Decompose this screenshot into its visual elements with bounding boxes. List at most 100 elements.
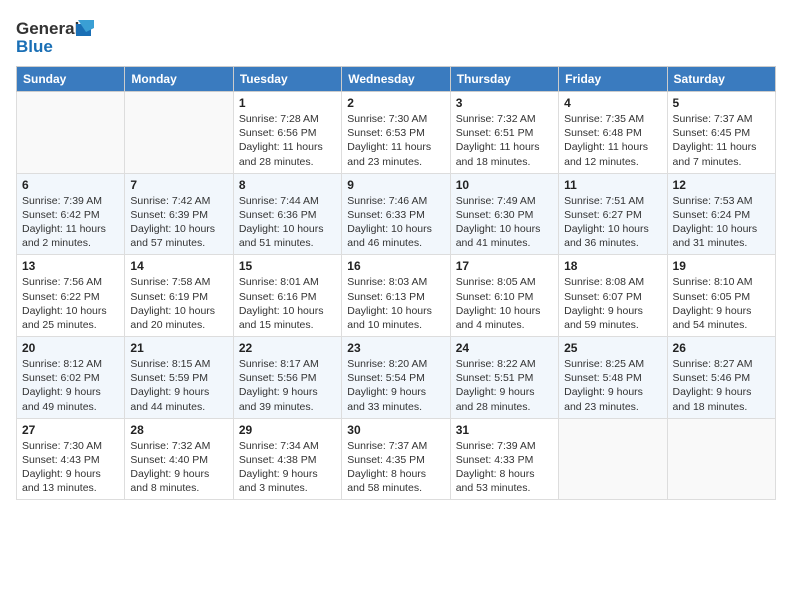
day-number: 9 (347, 178, 444, 192)
day-info: Sunrise: 7:37 AM Sunset: 4:35 PM Dayligh… (347, 439, 444, 496)
day-number: 8 (239, 178, 336, 192)
calendar-cell: 7 Sunrise: 7:42 AM Sunset: 6:39 PM Daylig… (125, 173, 233, 255)
day-info: Sunrise: 7:44 AM Sunset: 6:36 PM Dayligh… (239, 194, 336, 251)
day-number: 4 (564, 96, 661, 110)
day-info: Sunrise: 8:27 AM Sunset: 5:46 PM Dayligh… (673, 357, 770, 414)
calendar-cell: 17Sunrise: 8:05 AM Sunset: 6:10 PM Dayli… (450, 255, 558, 337)
calendar-cell: 26 Sunrise: 8:27 AM Sunset: 5:46 PM Dayli… (667, 337, 775, 419)
calendar-week-row: 1Sunrise: 7:28 AM Sunset: 6:56 PM Daylig… (17, 92, 776, 174)
day-number: 28 (130, 423, 227, 437)
calendar-cell: 1Sunrise: 7:28 AM Sunset: 6:56 PM Daylig… (233, 92, 341, 174)
day-info: Sunrise: 7:42 AM Sunset: 6:39 PM Dayligh… (130, 194, 227, 251)
day-number: 7 (130, 178, 227, 192)
day-number: 18 (564, 259, 661, 273)
calendar-cell: 5Sunrise: 7:37 AM Sunset: 6:45 PM Daylig… (667, 92, 775, 174)
day-info: Sunrise: 7:34 AM Sunset: 4:38 PM Dayligh… (239, 439, 336, 496)
calendar-cell (667, 418, 775, 500)
day-number: 20 (22, 341, 119, 355)
day-number: 16 (347, 259, 444, 273)
day-info: Sunrise: 8:17 AM Sunset: 5:56 PM Dayligh… (239, 357, 336, 414)
calendar-week-row: 20 Sunrise: 8:12 AM Sunset: 6:02 PM Dayli… (17, 337, 776, 419)
day-info: Sunrise: 7:58 AM Sunset: 6:19 PM Dayligh… (130, 275, 227, 332)
calendar-table: SundayMondayTuesdayWednesdayThursdayFrid… (16, 66, 776, 500)
calendar-cell (17, 92, 125, 174)
day-number: 26 (673, 341, 770, 355)
day-number: 31 (456, 423, 553, 437)
day-number: 10 (456, 178, 553, 192)
day-number: 6 (22, 178, 119, 192)
calendar-cell: 31Sunrise: 7:39 AM Sunset: 4:33 PM Dayli… (450, 418, 558, 500)
calendar-cell: 16 Sunrise: 8:03 AM Sunset: 6:13 PM Dayli… (342, 255, 450, 337)
day-info: Sunrise: 7:35 AM Sunset: 6:48 PM Dayligh… (564, 112, 661, 169)
day-info: Sunrise: 7:53 AM Sunset: 6:24 PM Dayligh… (673, 194, 770, 251)
weekday-header-thursday: Thursday (450, 67, 558, 92)
weekday-header-tuesday: Tuesday (233, 67, 341, 92)
day-number: 12 (673, 178, 770, 192)
day-info: Sunrise: 8:20 AM Sunset: 5:54 PM Dayligh… (347, 357, 444, 414)
day-number: 11 (564, 178, 661, 192)
calendar-cell: 12 Sunrise: 7:53 AM Sunset: 6:24 PM Dayli… (667, 173, 775, 255)
day-number: 2 (347, 96, 444, 110)
calendar-header-row: SundayMondayTuesdayWednesdayThursdayFrid… (17, 67, 776, 92)
day-number: 21 (130, 341, 227, 355)
calendar-cell: 9 Sunrise: 7:46 AM Sunset: 6:33 PM Daylig… (342, 173, 450, 255)
day-info: Sunrise: 7:56 AM Sunset: 6:22 PM Dayligh… (22, 275, 119, 332)
calendar-cell: 19Sunrise: 8:10 AM Sunset: 6:05 PM Dayli… (667, 255, 775, 337)
calendar-cell: 8 Sunrise: 7:44 AM Sunset: 6:36 PM Daylig… (233, 173, 341, 255)
calendar-cell: 22 Sunrise: 8:17 AM Sunset: 5:56 PM Dayli… (233, 337, 341, 419)
calendar-cell: 21Sunrise: 8:15 AM Sunset: 5:59 PM Dayli… (125, 337, 233, 419)
calendar-cell: 3 Sunrise: 7:32 AM Sunset: 6:51 PM Daylig… (450, 92, 558, 174)
calendar-cell: 28 Sunrise: 7:32 AM Sunset: 4:40 PM Dayli… (125, 418, 233, 500)
calendar-cell: 30Sunrise: 7:37 AM Sunset: 4:35 PM Dayli… (342, 418, 450, 500)
day-number: 17 (456, 259, 553, 273)
day-info: Sunrise: 7:32 AM Sunset: 4:40 PM Dayligh… (130, 439, 227, 496)
day-number: 14 (130, 259, 227, 273)
day-info: Sunrise: 7:30 AM Sunset: 4:43 PM Dayligh… (22, 439, 119, 496)
day-info: Sunrise: 8:08 AM Sunset: 6:07 PM Dayligh… (564, 275, 661, 332)
weekday-header-friday: Friday (559, 67, 667, 92)
day-number: 29 (239, 423, 336, 437)
calendar-cell: 24 Sunrise: 8:22 AM Sunset: 5:51 PM Dayli… (450, 337, 558, 419)
day-info: Sunrise: 7:46 AM Sunset: 6:33 PM Dayligh… (347, 194, 444, 251)
day-number: 13 (22, 259, 119, 273)
day-info: Sunrise: 7:32 AM Sunset: 6:51 PM Dayligh… (456, 112, 553, 169)
weekday-header-wednesday: Wednesday (342, 67, 450, 92)
day-number: 22 (239, 341, 336, 355)
calendar-cell: 18 Sunrise: 8:08 AM Sunset: 6:07 PM Dayli… (559, 255, 667, 337)
calendar-cell (559, 418, 667, 500)
svg-text:General: General (16, 19, 79, 38)
day-info: Sunrise: 8:22 AM Sunset: 5:51 PM Dayligh… (456, 357, 553, 414)
day-number: 24 (456, 341, 553, 355)
calendar-week-row: 6 Sunrise: 7:39 AM Sunset: 6:42 PM Daylig… (17, 173, 776, 255)
calendar-week-row: 13 Sunrise: 7:56 AM Sunset: 6:22 PM Dayli… (17, 255, 776, 337)
day-number: 23 (347, 341, 444, 355)
calendar-cell: 2 Sunrise: 7:30 AM Sunset: 6:53 PM Daylig… (342, 92, 450, 174)
day-info: Sunrise: 7:30 AM Sunset: 6:53 PM Dayligh… (347, 112, 444, 169)
day-number: 25 (564, 341, 661, 355)
day-number: 5 (673, 96, 770, 110)
calendar-cell: 4 Sunrise: 7:35 AM Sunset: 6:48 PM Daylig… (559, 92, 667, 174)
day-number: 1 (239, 96, 336, 110)
calendar-cell: 11Sunrise: 7:51 AM Sunset: 6:27 PM Dayli… (559, 173, 667, 255)
calendar-cell: 29 Sunrise: 7:34 AM Sunset: 4:38 PM Dayli… (233, 418, 341, 500)
page-header: General Blue (16, 16, 776, 56)
logo-icon: General Blue (16, 16, 96, 56)
calendar-cell: 10 Sunrise: 7:49 AM Sunset: 6:30 PM Dayli… (450, 173, 558, 255)
calendar-cell (125, 92, 233, 174)
day-info: Sunrise: 7:49 AM Sunset: 6:30 PM Dayligh… (456, 194, 553, 251)
svg-text:Blue: Blue (16, 37, 53, 56)
calendar-cell: 14 Sunrise: 7:58 AM Sunset: 6:19 PM Dayli… (125, 255, 233, 337)
calendar-cell: 27Sunrise: 7:30 AM Sunset: 4:43 PM Dayli… (17, 418, 125, 500)
calendar-cell: 23 Sunrise: 8:20 AM Sunset: 5:54 PM Dayli… (342, 337, 450, 419)
calendar-cell: 13 Sunrise: 7:56 AM Sunset: 6:22 PM Dayli… (17, 255, 125, 337)
day-info: Sunrise: 7:39 AM Sunset: 6:42 PM Dayligh… (22, 194, 119, 251)
weekday-header-sunday: Sunday (17, 67, 125, 92)
day-info: Sunrise: 8:10 AM Sunset: 6:05 PM Dayligh… (673, 275, 770, 332)
day-info: Sunrise: 8:25 AM Sunset: 5:48 PM Dayligh… (564, 357, 661, 414)
day-number: 15 (239, 259, 336, 273)
logo: General Blue (16, 16, 96, 56)
day-info: Sunrise: 8:03 AM Sunset: 6:13 PM Dayligh… (347, 275, 444, 332)
day-number: 3 (456, 96, 553, 110)
weekday-header-saturday: Saturday (667, 67, 775, 92)
day-info: Sunrise: 8:12 AM Sunset: 6:02 PM Dayligh… (22, 357, 119, 414)
